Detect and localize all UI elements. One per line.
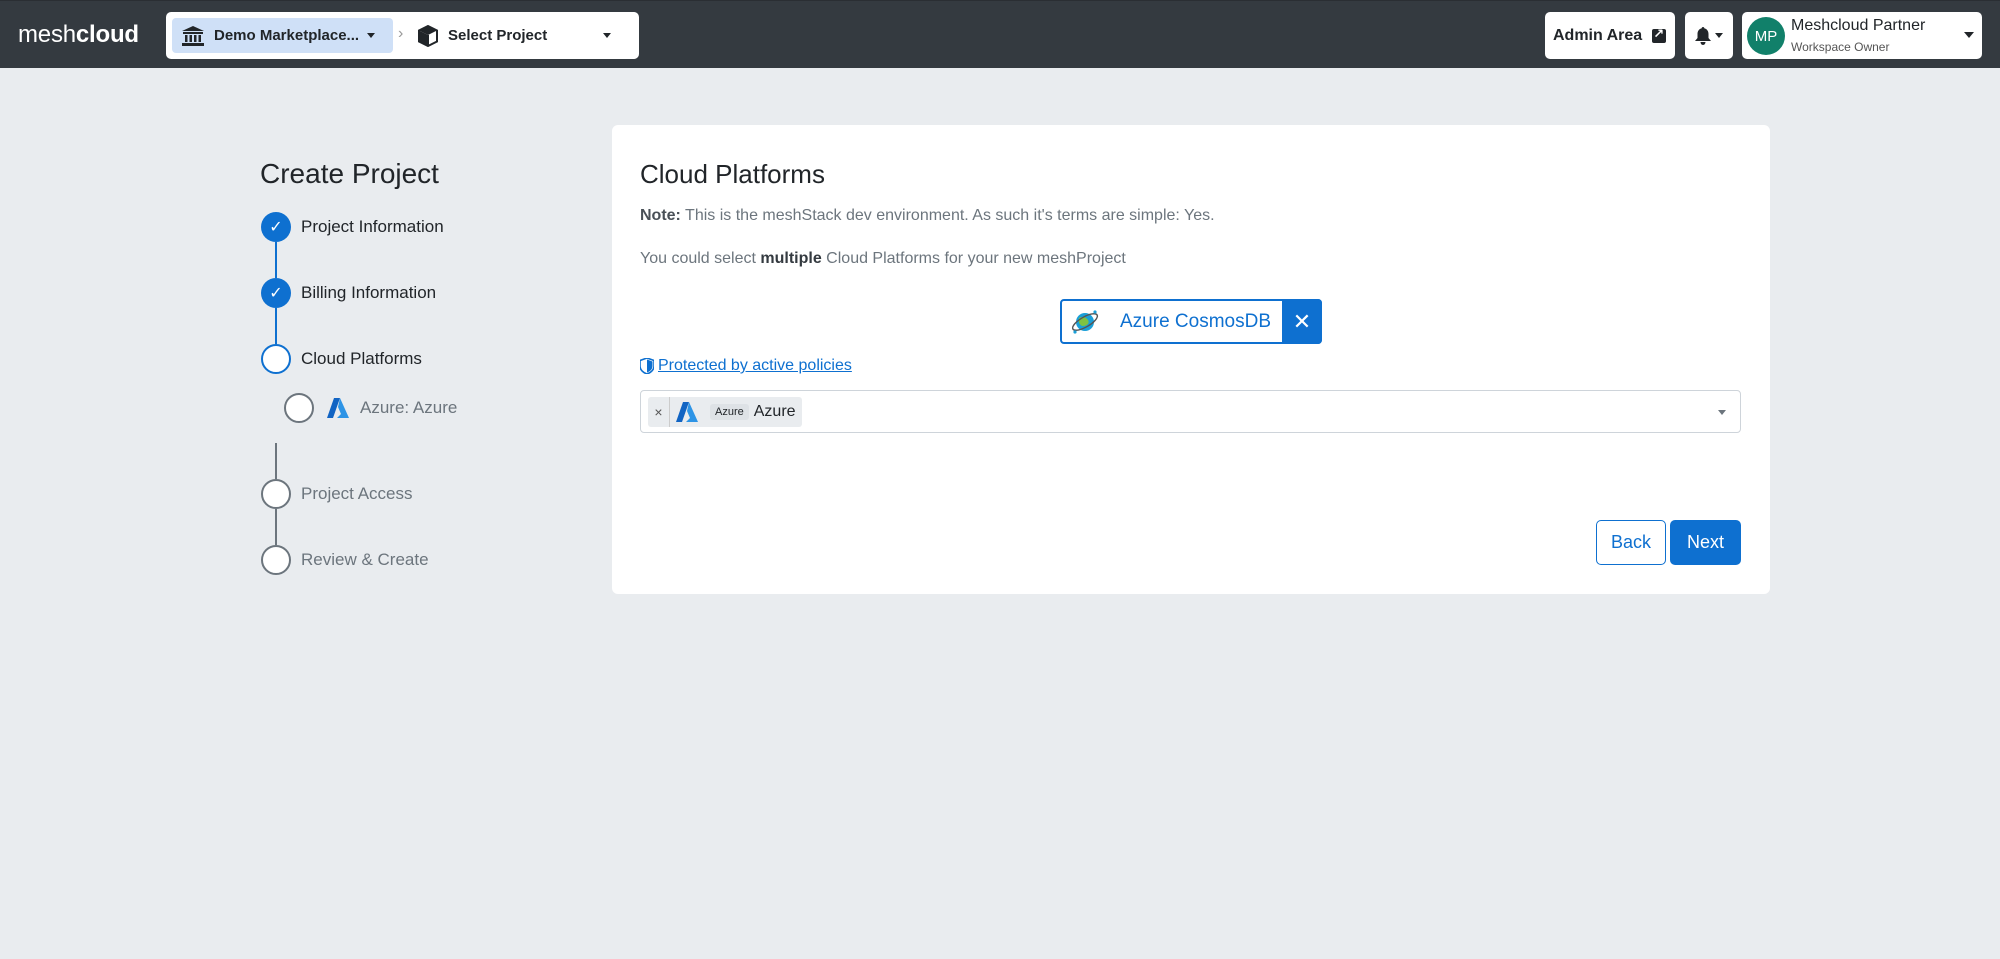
step-label: Azure: Azure [360, 398, 458, 417]
breadcrumb-separator: › [398, 25, 404, 42]
breadcrumb: Demo Marketplace... › Select Project [166, 12, 639, 59]
platform-chip-cosmosdb[interactable]: Azure CosmosDB ✕ [1060, 299, 1322, 344]
cosmosdb-icon [1071, 309, 1099, 334]
chevron-down-icon [1715, 33, 1723, 38]
step-indicator [261, 545, 291, 575]
step-label: Project Access [301, 484, 413, 503]
environment-note: Note: This is the meshStack dev environm… [640, 207, 1215, 224]
stepper-connector [275, 308, 277, 344]
step-cloud-platforms[interactable]: Cloud Platforms [261, 344, 422, 374]
top-navbar: meshcloud Demo Marketplace... › Select P… [0, 0, 2000, 68]
page-title: Create Project [260, 158, 439, 189]
card-title: Cloud Platforms [640, 159, 825, 189]
bank-icon [182, 25, 204, 46]
step-label: Project Information [301, 217, 444, 236]
step-azure-substep[interactable]: Azure: Azure [284, 393, 457, 423]
selected-platform-tag: × Azure Azure [648, 397, 802, 427]
cloud-platforms-card: Cloud Platforms Note: This is the meshSt… [612, 125, 1770, 594]
step-indicator [261, 344, 291, 374]
project-selector[interactable]: Select Project [418, 18, 633, 53]
user-name: Meshcloud Partner [1791, 17, 1926, 34]
platform-multiselect[interactable]: × Azure Azure [640, 390, 1741, 433]
chevron-down-icon [603, 33, 611, 38]
user-role: Workspace Owner [1791, 40, 1890, 54]
shield-icon [640, 358, 654, 374]
next-button[interactable]: Next [1670, 520, 1741, 565]
notifications-button[interactable] [1685, 12, 1733, 59]
step-label: Review & Create [301, 550, 429, 569]
remove-platform-button[interactable]: ✕ [1282, 299, 1322, 344]
cube-icon [418, 24, 438, 47]
chevron-down-icon [367, 33, 376, 38]
back-button[interactable]: Back [1596, 520, 1666, 565]
brand-logo[interactable]: meshcloud [18, 21, 139, 49]
stepper-connector [275, 509, 277, 545]
admin-area-label: Admin Area [1553, 26, 1643, 44]
step-billing-information[interactable]: ✓ Billing Information [261, 278, 436, 308]
step-label: Cloud Platforms [301, 349, 422, 368]
step-label: Billing Information [301, 283, 437, 302]
multi-select-hint: You could select multiple Cloud Platform… [640, 250, 1126, 267]
user-menu-button[interactable]: MP Meshcloud Partner Workspace Owner [1742, 12, 1982, 59]
stepper-connector [275, 443, 277, 479]
step-indicator [284, 393, 314, 423]
project-label: Select Project [448, 27, 548, 44]
chevron-down-icon [1964, 32, 1974, 38]
policy-link-label: Protected by active policies [658, 357, 852, 374]
admin-area-button[interactable]: Admin Area [1545, 12, 1675, 59]
platform-type-badge: Azure [710, 404, 749, 420]
tag-label: Azure [753, 403, 796, 420]
remove-tag-button[interactable]: × [648, 397, 670, 427]
platform-chip-label: Azure CosmosDB [1120, 310, 1271, 332]
step-indicator [261, 479, 291, 509]
check-icon: ✓ [261, 278, 291, 308]
stepper-connector [275, 242, 277, 278]
check-icon: ✓ [261, 212, 291, 242]
protected-policies-link[interactable]: Protected by active policies [640, 357, 852, 375]
azure-logo-icon [676, 402, 698, 422]
step-review-create[interactable]: Review & Create [261, 545, 429, 575]
azure-logo-icon [327, 398, 349, 418]
avatar: MP [1747, 17, 1785, 55]
external-link-icon [1652, 26, 1667, 43]
bell-icon [1695, 26, 1711, 45]
step-project-access[interactable]: Project Access [261, 479, 413, 509]
step-project-information[interactable]: ✓ Project Information [261, 212, 444, 242]
workspace-label: Demo Marketplace... [214, 27, 360, 44]
workspace-selector[interactable]: Demo Marketplace... [172, 18, 393, 53]
chevron-down-icon[interactable] [1718, 410, 1726, 415]
